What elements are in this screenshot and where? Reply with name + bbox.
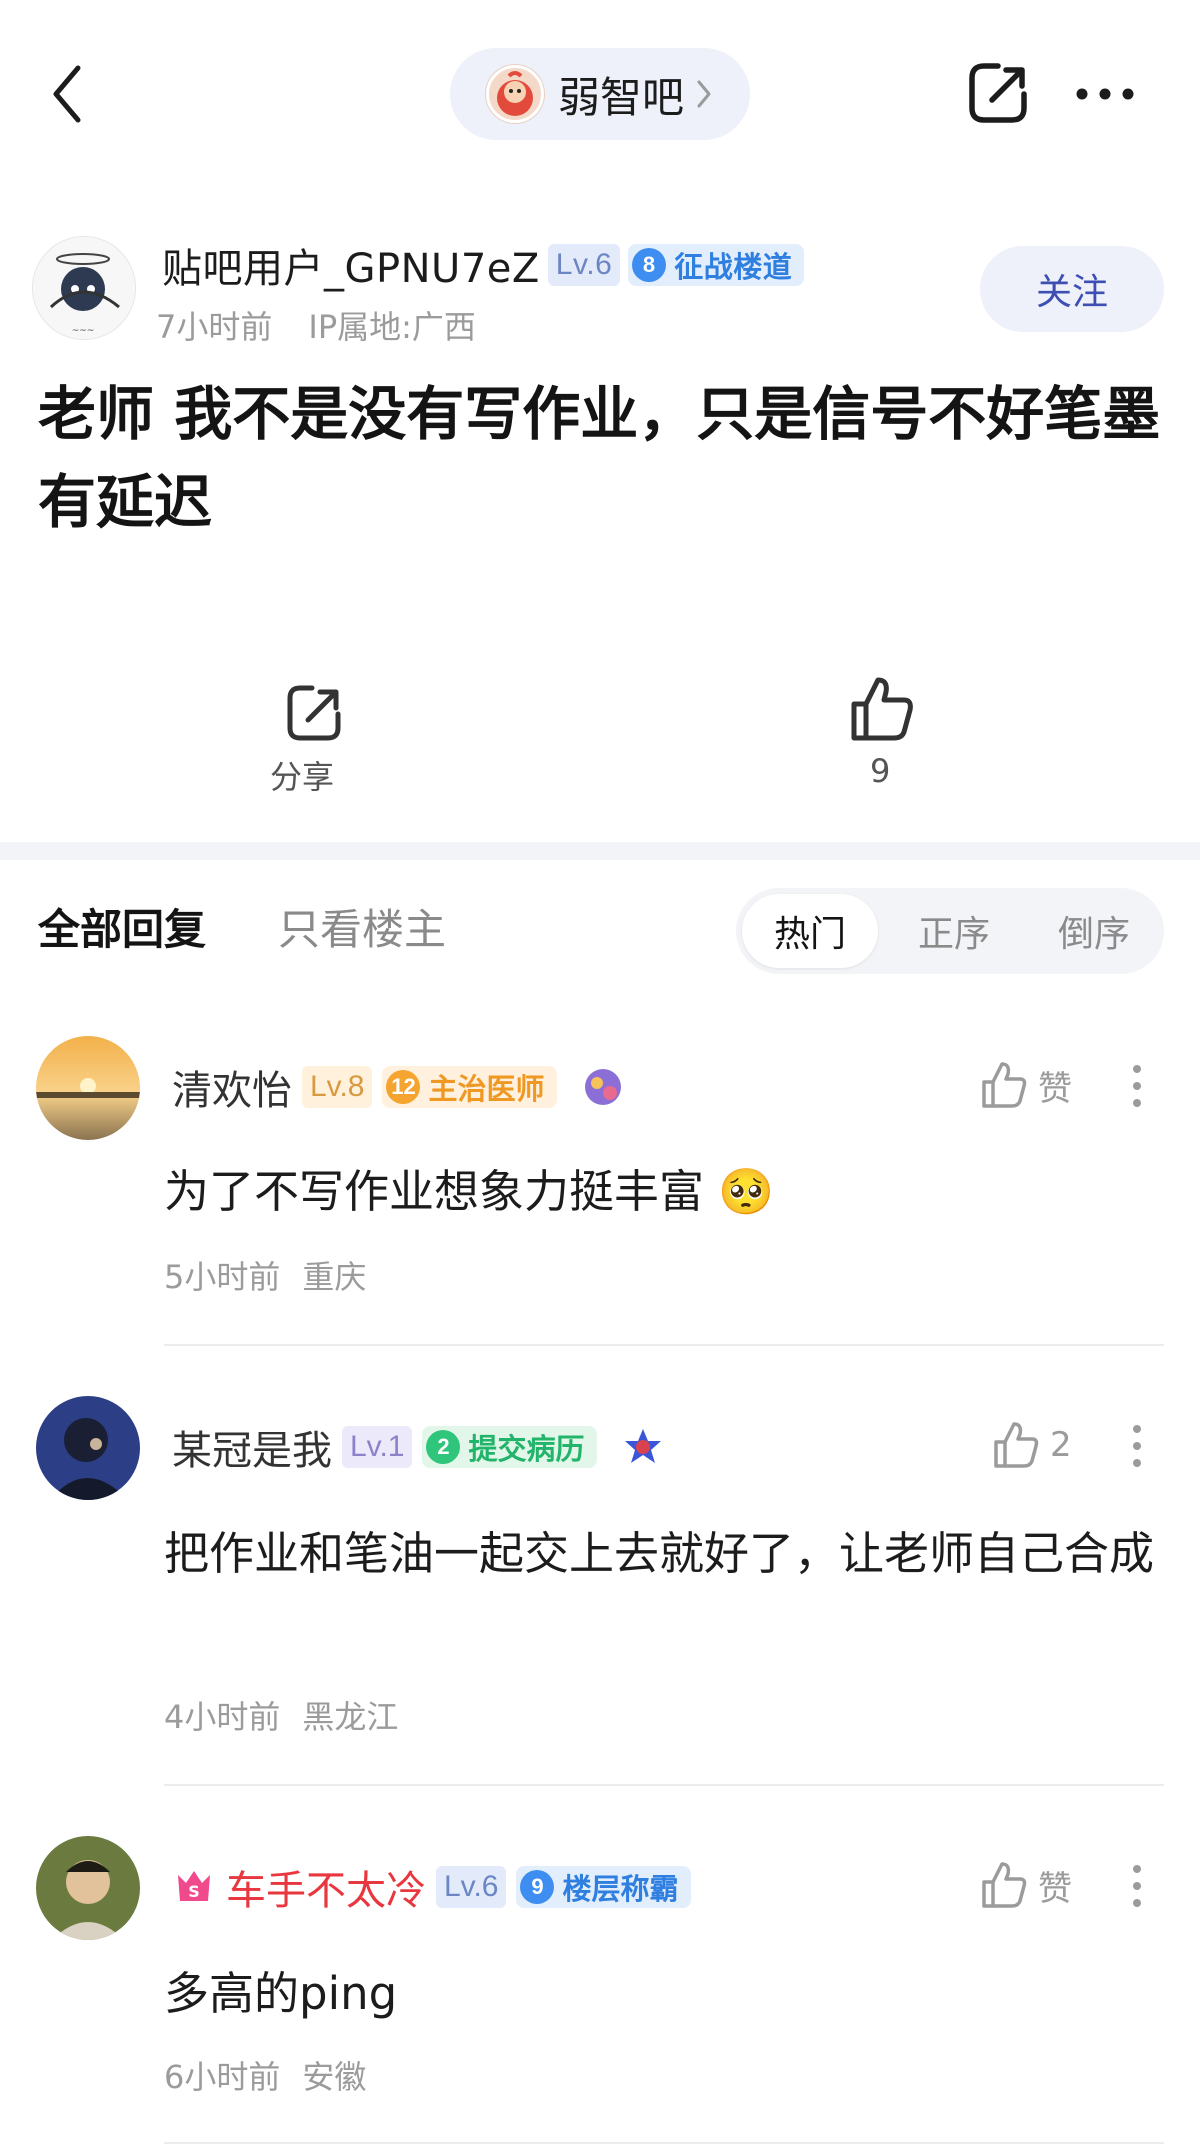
- forum-avatar: [486, 65, 544, 123]
- comment-time: 5小时前: [164, 1258, 281, 1296]
- rank-badge: 8 征战楼道: [628, 244, 805, 286]
- post-like-button[interactable]: [848, 674, 916, 744]
- kebab-icon[interactable]: [1132, 1064, 1142, 1108]
- rank-badge: 12 主治医师: [382, 1066, 557, 1108]
- rank-badge-number: 9: [520, 1870, 555, 1904]
- author-meta: 7小时前 IP属地:广西: [156, 302, 476, 348]
- rank-badge-number: 12: [386, 1070, 421, 1104]
- comment-location: 黑龙江: [302, 1698, 399, 1736]
- author-name[interactable]: 贴吧用户_GPNU7eZ: [162, 236, 540, 294]
- author-name-row: 贴吧用户_GPNU7eZ Lv.6 8 征战楼道: [162, 236, 805, 294]
- comment-header: 清欢怡 Lv.8 12 主治医师: [172, 1058, 625, 1116]
- rank-badge-title: 主治医师: [428, 1072, 545, 1106]
- comment-divider: [164, 1344, 1164, 1346]
- rank-badge-number: 2: [426, 1430, 461, 1464]
- rank-badge: 2 提交病历: [422, 1426, 597, 1468]
- comment-text: 多高的ping: [164, 1967, 398, 2020]
- share-label: 分享: [270, 758, 335, 796]
- share-icon: [969, 63, 1027, 123]
- rank-badge-number: 8: [632, 248, 667, 282]
- commenter-name[interactable]: 车手不太冷: [226, 1858, 426, 1916]
- comment-meta: 5小时前 重庆: [164, 1252, 366, 1298]
- more-icon: [1076, 88, 1134, 100]
- section-divider: [0, 842, 1200, 860]
- commenter-name[interactable]: 清欢怡: [172, 1058, 292, 1116]
- level-tag: Lv.8: [302, 1066, 373, 1108]
- like-count: 9: [870, 752, 891, 790]
- comment-meta: 6小时前 安徽: [164, 2052, 366, 2098]
- ip-location: IP属地:广西: [308, 308, 476, 346]
- comment-text: 把作业和笔油一起交上去就好了，让老师自己合成: [164, 1527, 1155, 1580]
- commenter-name[interactable]: 某冠是我: [172, 1418, 332, 1476]
- comment-location: 重庆: [302, 1258, 367, 1296]
- thumb-up-icon: [982, 1862, 1027, 1908]
- thumb-up-icon: [994, 1422, 1039, 1468]
- share-button[interactable]: [966, 60, 1030, 126]
- kebab-icon[interactable]: [1132, 1864, 1142, 1908]
- thumb-up-icon: [851, 677, 913, 741]
- rank-badge-title: 提交病历: [468, 1432, 585, 1466]
- level-tag: Lv.1: [342, 1426, 413, 1468]
- commenter-avatar[interactable]: [36, 1836, 140, 1940]
- comment-text: 为了不写作业想象力挺丰富 🥺: [164, 1165, 775, 1218]
- sort-ascending[interactable]: 正序: [886, 888, 1022, 974]
- medal-icon: [584, 1069, 621, 1105]
- tab-only-op[interactable]: 只看楼主: [278, 896, 446, 957]
- comment-like-button[interactable]: 2: [992, 1420, 1072, 1470]
- medal-icon: [624, 1429, 661, 1463]
- share-icon: [287, 685, 341, 741]
- tab-all-replies[interactable]: 全部回复: [38, 896, 206, 957]
- rank-badge: 9 楼层称霸: [516, 1866, 691, 1908]
- svg-text:~~~: ~~~: [72, 326, 95, 336]
- commenter-avatar[interactable]: [36, 1396, 140, 1500]
- comment-header: S 车手不太冷 Lv.6 9 楼层称霸: [172, 1858, 691, 1916]
- comment-divider: [164, 1784, 1164, 1786]
- comment-time: 4小时前: [164, 1698, 281, 1736]
- level-tag: Lv.6: [547, 244, 621, 286]
- svg-text:S: S: [188, 1882, 200, 1901]
- back-button[interactable]: [48, 62, 92, 126]
- author-avatar[interactable]: ~~~: [32, 236, 136, 340]
- sort-descending[interactable]: 倒序: [1026, 888, 1162, 974]
- rank-badge-title: 征战楼道: [674, 250, 793, 284]
- more-button[interactable]: [1074, 86, 1136, 102]
- back-icon: [53, 65, 81, 123]
- post-title: 老师 我不是没有写作业，只是信号不好笔墨有延迟: [38, 380, 1161, 536]
- comment-meta: 4小时前 黑龙江: [164, 1692, 398, 1738]
- comment-like-button[interactable]: 赞: [980, 1060, 1072, 1110]
- forum-entry[interactable]: 弱智吧: [450, 48, 750, 140]
- post-time: 7小时前: [156, 308, 273, 346]
- comment-like-label: 赞: [1038, 1868, 1072, 1909]
- comment-location: 安徽: [302, 2058, 367, 2096]
- vip-icon: S: [178, 1871, 210, 1901]
- commenter-avatar[interactable]: [36, 1036, 140, 1140]
- rank-badge-title: 楼层称霸: [562, 1872, 679, 1906]
- forum-name: 弱智吧: [558, 72, 685, 122]
- comment-like-count: 2: [1050, 1425, 1072, 1465]
- post-share-button[interactable]: [282, 680, 352, 750]
- comment-divider: [164, 2142, 1164, 2144]
- comment-time: 6小时前: [164, 2058, 281, 2096]
- sort-hot[interactable]: 热门: [742, 894, 878, 968]
- kebab-icon[interactable]: [1132, 1424, 1142, 1468]
- comment-like-button[interactable]: 赞: [980, 1860, 1072, 1910]
- level-tag: Lv.6: [436, 1866, 507, 1908]
- comment-like-label: 赞: [1038, 1068, 1072, 1109]
- thumb-up-icon: [982, 1062, 1027, 1108]
- follow-button[interactable]: 关注: [980, 246, 1164, 332]
- sort-segmented-control: 热门 正序 倒序: [736, 888, 1164, 974]
- chevron-right-icon: [697, 80, 711, 108]
- comment-header: 某冠是我 Lv.1 2 提交病历: [172, 1418, 665, 1476]
